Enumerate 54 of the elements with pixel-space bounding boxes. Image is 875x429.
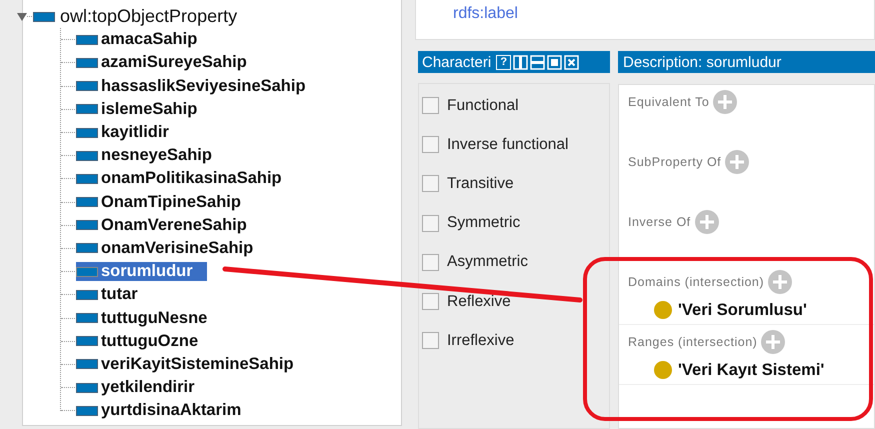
checkbox[interactable] — [422, 214, 439, 232]
add-icon[interactable] — [694, 210, 719, 234]
checkbox-label: Functional — [447, 96, 519, 115]
tree-item[interactable]: hassaslikSeviyesineSahip — [76, 76, 308, 96]
checkbox[interactable] — [422, 293, 439, 310]
checkbox-label: Asymmetric — [447, 253, 528, 272]
checkbox[interactable] — [422, 332, 439, 350]
add-icon[interactable] — [713, 90, 738, 114]
panel-title: Characteri — [422, 54, 492, 70]
help-button[interactable]: ? — [496, 54, 512, 70]
tree-item[interactable]: tuttuguNesne — [76, 308, 210, 328]
section-label: Ranges (intersection) — [628, 335, 758, 349]
checkbox[interactable] — [422, 254, 439, 271]
property-icon — [33, 12, 55, 22]
tree-item[interactable]: nesneyeSahip — [76, 146, 214, 166]
checkbox-label: Transitive — [447, 174, 514, 193]
tree-item[interactable]: veriKayitSistemineSahip — [76, 354, 296, 374]
checkbox-label: Reflexive — [447, 292, 511, 311]
split-horizontal-icon[interactable] — [530, 54, 546, 70]
close-icon[interactable] — [564, 54, 580, 70]
class-entry[interactable]: 'Veri Kayıt Sistemi' — [678, 360, 824, 380]
section-label: SubProperty Of — [628, 155, 722, 169]
tree-item[interactable]: owl:topObjectProperty — [60, 6, 238, 28]
tree-item[interactable]: azamiSureyeSahip — [76, 53, 249, 72]
checkbox-label: Symmetric — [447, 214, 520, 232]
tree-item[interactable]: islemeSahip — [76, 100, 200, 119]
checkbox[interactable] — [422, 175, 439, 192]
section-label: Equivalent To — [628, 95, 710, 109]
tree-item[interactable]: yurtdisinaAktarim — [76, 401, 244, 420]
tree-item[interactable]: OnamVereneSahip — [76, 216, 249, 235]
checkbox[interactable] — [422, 136, 439, 154]
add-icon[interactable] — [761, 330, 786, 354]
tree-item[interactable]: tuttuguOzne — [76, 332, 200, 351]
checkbox-label: Irreflexive — [447, 332, 514, 350]
tree-item[interactable]: yetkilendirir — [76, 378, 197, 398]
add-icon[interactable] — [768, 270, 792, 294]
tree-item[interactable]: onamVerisineSahip — [76, 238, 256, 258]
section-label: Domains (intersection) — [628, 275, 764, 289]
expand-triangle-icon[interactable] — [17, 12, 27, 21]
tree-item[interactable]: amacaSahip — [76, 30, 200, 50]
class-entry[interactable]: 'Veri Sorumlusu' — [678, 300, 807, 320]
tree-item[interactable]: tutar — [76, 285, 140, 304]
add-icon[interactable] — [725, 150, 750, 174]
section-label: Inverse Of — [628, 215, 691, 229]
tree-item[interactable]: kayitlidir — [76, 123, 171, 142]
tree-item[interactable]: sorumludur — [76, 262, 207, 282]
tree-item[interactable]: OnamTipineSahip — [76, 192, 243, 212]
panel-title: Description: sorumludur — [623, 54, 782, 70]
checkbox-label: Inverse functional — [447, 136, 568, 154]
annotation-property-link[interactable]: rdfs:label — [453, 5, 518, 22]
split-vertical-icon[interactable] — [513, 54, 528, 70]
checkbox[interactable] — [422, 97, 439, 114]
tree-item[interactable]: onamPolitikasinaSahip — [76, 169, 284, 188]
maximize-icon[interactable] — [547, 54, 562, 70]
